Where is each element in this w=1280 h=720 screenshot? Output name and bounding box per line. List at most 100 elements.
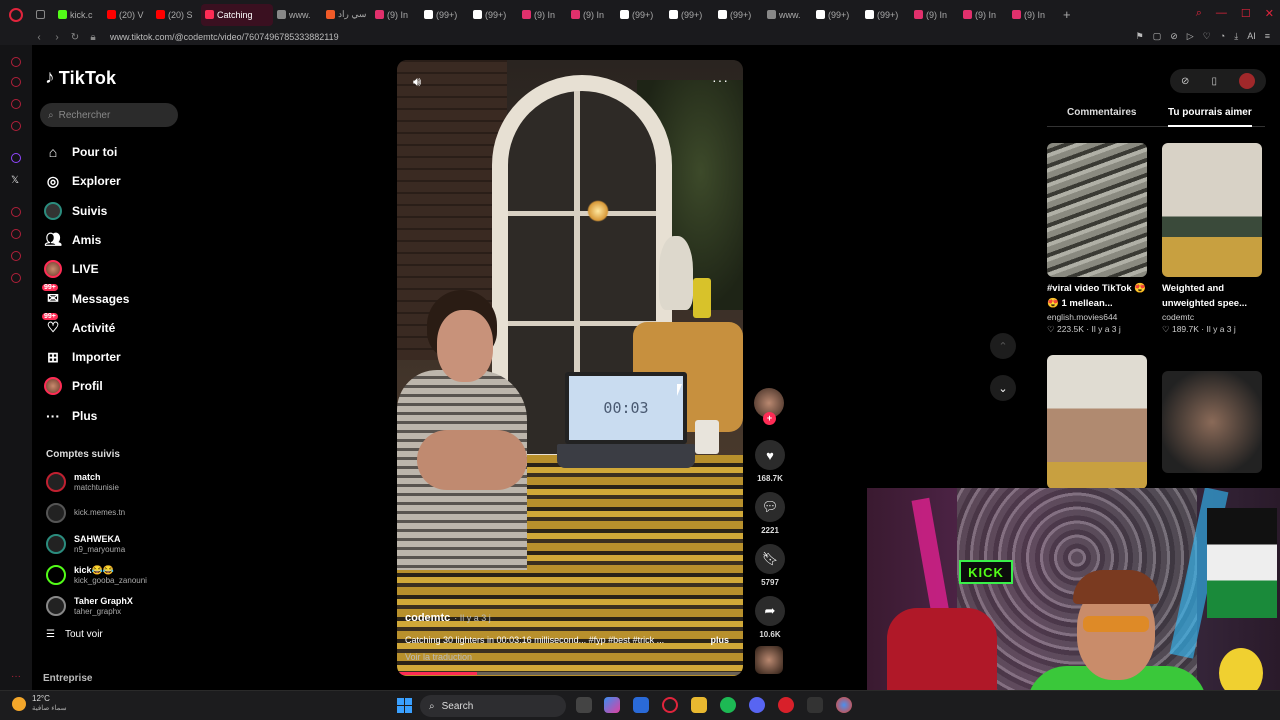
play-icon[interactable]: ▷ xyxy=(1187,31,1194,42)
maximize-button[interactable]: ☐ xyxy=(1241,7,1251,20)
tab-comments[interactable]: Commentaires xyxy=(1067,107,1136,118)
forward-button[interactable]: › xyxy=(48,32,66,43)
nav-item-home[interactable]: ⌂ Pour toi xyxy=(44,139,118,165)
see-all-link[interactable]: ☰ Tout voir xyxy=(46,629,103,640)
copilot-icon[interactable] xyxy=(604,697,620,713)
video-more-icon[interactable]: ··· xyxy=(712,72,729,88)
comment-action[interactable]: 💬︎ 2221 xyxy=(752,492,788,535)
followed-account[interactable]: kick😂😂 kick_gooba_zanouni xyxy=(46,561,147,589)
browser-tab[interactable]: (99+) xyxy=(665,4,714,26)
browser-tab[interactable]: (99+) xyxy=(616,4,665,26)
discord-icon[interactable] xyxy=(749,697,765,713)
browser-tab[interactable]: (99+) xyxy=(861,4,910,26)
browser-tab[interactable]: (9) In xyxy=(910,4,959,26)
translate-link[interactable]: Voir la traduction xyxy=(405,652,472,662)
followed-account[interactable]: kick.memes.tn xyxy=(46,499,125,527)
weather-widget[interactable]: 12°C سماء صافية xyxy=(12,694,67,713)
browser-tab[interactable]: (99+) xyxy=(469,4,518,26)
aria-icon[interactable] xyxy=(11,57,21,67)
new-tab-button[interactable]: + xyxy=(1057,7,1077,22)
entreprise-link[interactable]: Entreprise xyxy=(43,673,92,684)
followed-account[interactable]: SAHWEKA n9_maryouma xyxy=(46,530,125,558)
video-author[interactable]: codemtc · Il y a 3 j xyxy=(405,612,491,624)
download-icon[interactable]: ⤓ xyxy=(1234,31,1238,42)
close-button[interactable]: ✕ xyxy=(1265,7,1274,20)
browser-tab[interactable]: www. xyxy=(273,4,322,26)
app-icon[interactable] xyxy=(807,697,823,713)
player-icon[interactable] xyxy=(11,207,21,217)
nav-item-friends[interactable]: 👥︎ Amis xyxy=(44,227,101,253)
browser-tab[interactable]: (20) V xyxy=(103,4,152,26)
nav-item-profile[interactable]: Profil xyxy=(44,373,103,399)
device-icon[interactable]: ▯ xyxy=(1211,76,1217,87)
caption-more-button[interactable]: plus xyxy=(710,635,729,645)
sidebar-more-icon[interactable]: ··· xyxy=(11,671,21,682)
browser-tab[interactable]: kick.c xyxy=(54,4,103,26)
browser-tab[interactable]: (99+) xyxy=(714,4,763,26)
block-icon[interactable]: ⊘ xyxy=(1170,31,1178,42)
previous-video-button[interactable]: ⌃ xyxy=(990,333,1016,359)
history-icon[interactable] xyxy=(11,229,21,239)
opera-taskbar-icon[interactable] xyxy=(662,697,678,713)
save-action[interactable]: 🔖︎ 5797 xyxy=(752,544,788,587)
search-input[interactable]: ⌕ Rechercher xyxy=(40,103,178,127)
spotify-icon[interactable] xyxy=(720,697,736,713)
browser-tab[interactable]: (9) In xyxy=(1008,4,1057,26)
messenger-icon[interactable] xyxy=(11,77,21,87)
tab-icon-grid[interactable] xyxy=(32,4,54,26)
menu-icon[interactable]: ≡ xyxy=(1265,31,1270,42)
store-icon[interactable] xyxy=(633,697,649,713)
start-button[interactable] xyxy=(397,698,412,713)
like-action[interactable]: ♥ 168.7K xyxy=(752,440,788,483)
sound-avatar[interactable] xyxy=(755,646,783,674)
chat-icon[interactable] xyxy=(11,99,21,109)
tiktok-logo[interactable]: ♪ TikTok xyxy=(45,67,116,89)
browser-tab[interactable]: (9) In xyxy=(959,4,1008,26)
compass-icon[interactable]: ⊘ xyxy=(1181,76,1189,87)
reload-button[interactable]: ↻ xyxy=(66,32,84,43)
browser-tab[interactable]: Catching xyxy=(201,3,273,26)
nav-item-upload[interactable]: ⊞ Importer xyxy=(44,344,121,370)
user-avatar[interactable] xyxy=(1238,73,1255,89)
suggestion-card[interactable]: Weighted and unweighted spee... codemtc … xyxy=(1162,143,1262,335)
follow-button[interactable]: + xyxy=(763,412,776,425)
file-explorer-icon[interactable] xyxy=(691,697,707,713)
account-icon[interactable]: ◔ xyxy=(1220,31,1225,42)
twitch-icon[interactable] xyxy=(11,153,21,163)
nav-item-more[interactable]: ··· Plus xyxy=(44,403,97,429)
browser-tab[interactable]: سي راد xyxy=(322,4,371,26)
taskbar-search[interactable]: ⌕ Search xyxy=(420,695,566,717)
suggestion-card[interactable]: #viral video TikTok 😍😍 1 mellean... engl… xyxy=(1047,143,1147,335)
snapshot-icon[interactable]: ▢ xyxy=(1153,31,1162,42)
browser-tab[interactable]: www. xyxy=(763,4,812,26)
volume-icon[interactable]: 🔊︎ xyxy=(413,74,421,90)
bookmarks-icon[interactable] xyxy=(11,251,21,261)
aria-button[interactable]: AI xyxy=(1247,31,1256,42)
next-video-button[interactable]: ⌄ xyxy=(990,375,1016,401)
opera-menu-button[interactable] xyxy=(0,0,32,29)
nav-item-compass[interactable]: ◎ Explorer xyxy=(44,168,121,194)
share-action[interactable]: ➦ 10.6K xyxy=(752,596,788,639)
video-progress-bar[interactable] xyxy=(397,672,743,675)
heart-icon[interactable]: ♡ xyxy=(1203,31,1211,42)
tab-suggestions[interactable]: Tu pourrais aimer xyxy=(1168,107,1252,118)
browser-tab[interactable]: (99+) xyxy=(812,4,861,26)
app-icon[interactable] xyxy=(778,697,794,713)
task-view-icon[interactable] xyxy=(576,697,592,713)
browser-tab[interactable]: (99+) xyxy=(420,4,469,26)
settings-icon[interactable] xyxy=(11,273,21,283)
back-button[interactable]: ‹ xyxy=(30,32,48,43)
x-icon[interactable]: 𝕏 xyxy=(11,175,19,186)
browser-tab[interactable]: (9) In xyxy=(518,4,567,26)
nav-item-messages[interactable]: ✉ 99+ Messages xyxy=(42,283,129,312)
nav-item-activity[interactable]: ♡ 99+ Activité xyxy=(42,312,115,341)
url-field[interactable]: www.tiktok.com/@codemtc/video/7607496785… xyxy=(110,32,339,42)
suggestion-card[interactable] xyxy=(1162,371,1262,473)
followed-account[interactable]: match matchtunisie xyxy=(46,468,119,496)
video-player[interactable]: 00:03 🔊︎ ··· codemtc · Il y a 3 j Catchin… xyxy=(397,60,743,676)
search-tabs-icon[interactable]: ⌕ xyxy=(1196,7,1202,20)
minimize-button[interactable]: — xyxy=(1216,7,1227,20)
nav-item-live[interactable]: LIVE xyxy=(44,256,99,282)
bookmark-icon[interactable]: ⚑ xyxy=(1136,31,1144,42)
instagram-icon[interactable] xyxy=(11,121,21,131)
